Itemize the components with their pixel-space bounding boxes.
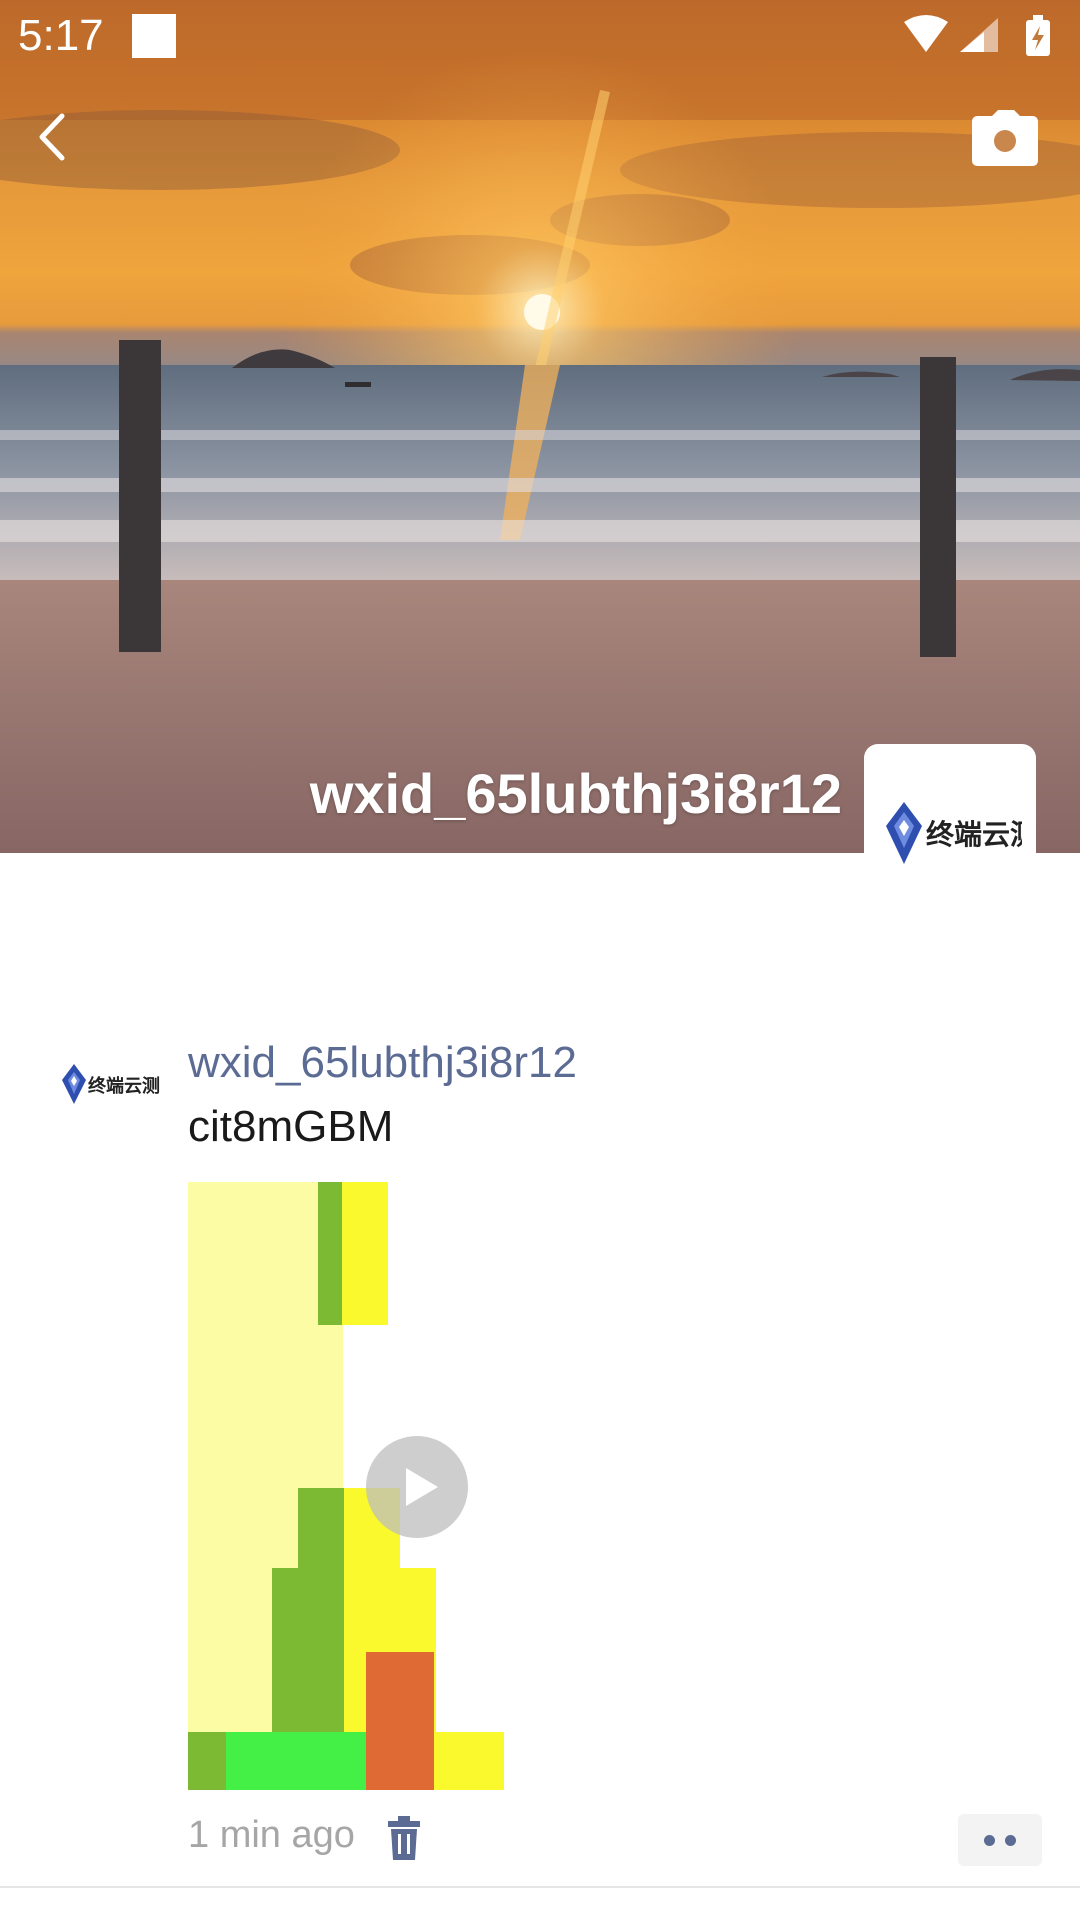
more-dots-icon [1005,1835,1016,1846]
play-icon [406,1468,438,1506]
svg-text:终端云测: 终端云测 [88,1075,160,1097]
camera-button[interactable] [972,110,1038,166]
profile-name: wxid_65lubthj3i8r12 [309,762,842,825]
sunset-beach-image [0,0,1080,853]
delete-button[interactable] [384,1816,424,1860]
post-divider [0,1886,1080,1888]
post-timestamp: 1 min ago [188,1814,355,1856]
status-time: 5:17 [18,11,104,60]
status-bar: 5:17 [0,0,1080,72]
brand-logo-icon: 终端云测 [886,802,1022,864]
trash-icon [388,1816,420,1860]
wifi-icon [904,15,948,52]
play-button[interactable] [366,1436,468,1538]
camera-icon [972,110,1038,166]
chevron-left-icon [39,113,65,161]
status-icons [904,15,1050,56]
post-author-avatar[interactable]: 终端云测 [60,1042,160,1128]
battery-charging-icon [1026,15,1050,56]
cover-photo[interactable] [0,0,1080,853]
back-button[interactable] [24,102,84,172]
profile-avatar[interactable]: 终端云测 [864,744,1036,916]
more-dots-icon [984,1835,995,1846]
moments-screen: 5:17 wxid_65lubthj3i8r12 终端云 终端云测 wxid_6… [0,0,1080,1920]
post-author-name[interactable]: wxid_65lubthj3i8r12 [188,1036,577,1090]
cellular-signal-icon [960,18,998,52]
brand-logo-icon: 终端云测 [62,1064,160,1104]
svg-text:终端云测: 终端云测 [926,818,1022,851]
post-text: cit8mGBM [188,1102,394,1151]
notification-square-icon [132,14,176,58]
more-options-button[interactable] [958,1814,1042,1866]
